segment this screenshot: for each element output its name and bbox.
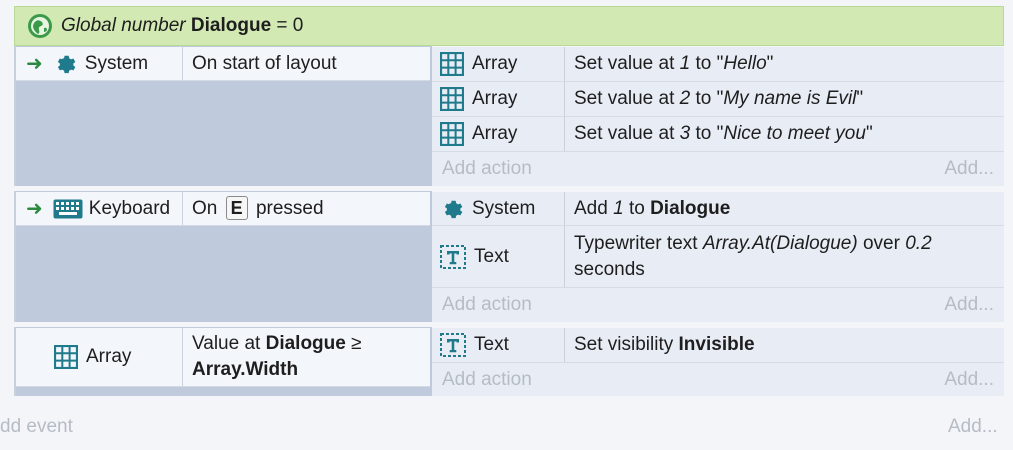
action-object-name: Array (472, 123, 518, 144)
action-text: Set value at 3 to "Nice to meet you" (574, 123, 873, 144)
condition-text: On E pressed (192, 195, 324, 220)
condition-object-name: Keyboard (88, 197, 171, 219)
add-action-link[interactable]: Add action (442, 369, 532, 391)
add-event-link[interactable]: dd event (0, 414, 73, 440)
action-text: Typewriter text Array.At(Dialogue) over … (574, 232, 932, 280)
add-action-link[interactable]: Add action (442, 158, 532, 180)
action-object-name: System (472, 197, 536, 219)
action-text: Set value at 2 to "My name is Evil" (574, 88, 864, 109)
event-2-condition[interactable]: ➜ Keyboard On E pressed (16, 192, 430, 226)
action-row[interactable]: Array Set value at 1 to "Hello" (432, 47, 1004, 82)
action-row[interactable]: Text Typewriter text Array.At(Dialogue) … (432, 226, 1004, 288)
text-object-icon (440, 333, 466, 357)
keyboard-icon (53, 199, 83, 219)
add-action-row[interactable]: Add action Add... (432, 363, 1004, 396)
action-row[interactable]: Array Set value at 3 to "Nice to meet yo… (432, 117, 1004, 152)
event-3-condition[interactable]: Array Value at Dialogue ≥ Array.Width (16, 328, 430, 387)
condition-object-name: Array (86, 346, 132, 367)
add-link[interactable]: Add... (944, 158, 994, 180)
trigger-arrow-icon: ➜ (26, 53, 43, 75)
condition-text: Value at Dialogue ≥ Array.Width (192, 333, 362, 380)
global-variable-row[interactable]: Global number Dialogue = 0 (14, 6, 1004, 46)
array-grid-icon (440, 52, 464, 76)
action-object-name: Array (472, 53, 518, 74)
gear-icon (440, 197, 464, 221)
action-text: Add 1 to Dialogue (574, 197, 731, 219)
trigger-arrow-icon: ➜ (26, 198, 43, 220)
add-action-link[interactable]: Add action (442, 294, 532, 316)
gear-icon (53, 52, 77, 76)
add-link[interactable]: Add... (944, 369, 994, 391)
key-badge: E (225, 195, 248, 220)
add-action-row[interactable]: Add action Add... (432, 288, 1004, 322)
condition-text: On start of layout (192, 52, 337, 74)
event-1-condition[interactable]: ➜ System On start of layout (16, 47, 430, 81)
action-object-name: Array (472, 88, 518, 109)
add-link[interactable]: Add... (948, 414, 998, 440)
text-object-icon (440, 244, 466, 269)
action-text: Set visibility Invisible (574, 334, 755, 355)
action-row[interactable]: Array Set value at 2 to "My name is Evil… (432, 82, 1004, 117)
action-object-name: Text (474, 245, 509, 267)
add-action-row[interactable]: Add action Add... (432, 152, 1004, 186)
array-grid-icon (440, 122, 464, 146)
global-variable-text: Global number Dialogue = 0 (61, 15, 304, 36)
action-object-name: Text (474, 334, 509, 355)
action-text: Set value at 1 to "Hello" (574, 53, 774, 74)
condition-object-name: System (84, 52, 149, 74)
add-link[interactable]: Add... (944, 294, 994, 316)
array-grid-icon (440, 87, 464, 111)
globe-icon (28, 14, 52, 38)
action-row[interactable]: Text Set visibility Invisible (432, 328, 1004, 363)
action-row[interactable]: System Add 1 to Dialogue (432, 192, 1004, 226)
array-grid-icon (54, 345, 78, 369)
